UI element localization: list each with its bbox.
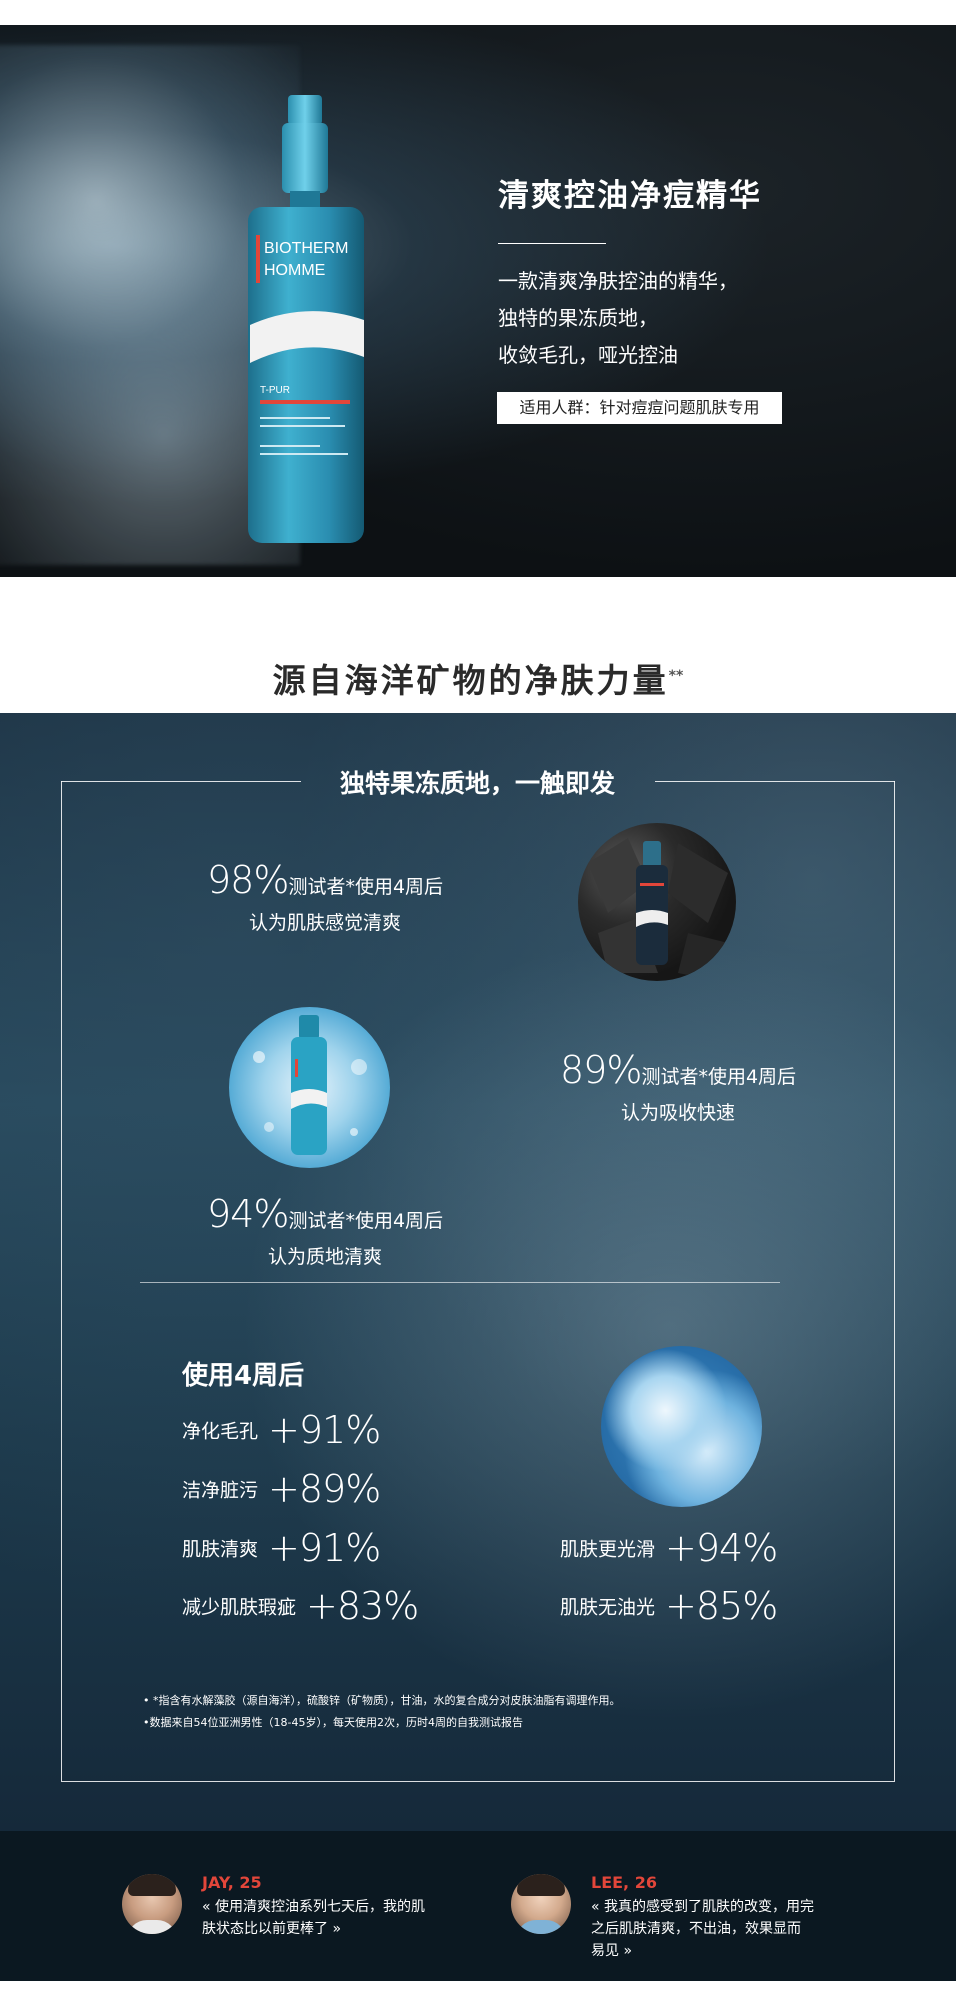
benefit-label: 肌肤清爽 xyxy=(182,1538,259,1561)
testimonial-line: 肤状态比以前更棒了 » xyxy=(202,1921,342,1937)
testimonial-line: « 我真的感受到了肌肤的改变，用完 xyxy=(591,1899,815,1915)
avatar-hair xyxy=(517,1874,565,1896)
avatar-hair xyxy=(128,1874,176,1896)
target-audience-badge: 适用人群：针对痘痘问题肌肤专用 xyxy=(497,392,782,424)
benefit-row: 肌肤更光滑 +94% xyxy=(560,1526,778,1570)
benefit-row: 减少肌肤瑕疵 +83% xyxy=(182,1584,419,1628)
benefit-row: 肌肤清爽 +91% xyxy=(182,1526,381,1570)
stat-line2: 认为吸收快速 xyxy=(620,1102,735,1124)
after-4-weeks-title: 使用4周后 xyxy=(182,1361,305,1391)
stat-percent: 89% xyxy=(559,1048,642,1092)
benefit-label: 洁净脏污 xyxy=(182,1479,259,1502)
footnote: • *指含有水解藻胶（源自海洋），硫酸锌（矿物质），甘油，水的复合成分对皮肤油脂… xyxy=(143,1694,621,1707)
frame-top-right-line xyxy=(655,781,895,782)
stat-line1: 测试者*使用4周后 xyxy=(641,1066,797,1088)
stat-line1: 测试者*使用4周后 xyxy=(288,876,444,898)
stat-line1: 测试者*使用4周后 xyxy=(288,1210,444,1232)
benefit-label: 净化毛孔 xyxy=(182,1420,259,1443)
hero-banner: BIOTHERM HOMME T-PUR 清爽控油净痘精华 一款清爽净肤控油的精… xyxy=(0,25,956,577)
benefit-label: 肌肤无油光 xyxy=(560,1596,656,1619)
cloud-image xyxy=(601,1346,762,1507)
hero-desc-line: 一款清爽净肤控油的精华， xyxy=(498,269,738,293)
benefit-row: 肌肤无油光 +85% xyxy=(560,1584,778,1628)
brand-line2: HOMME xyxy=(264,262,325,279)
testimonial-text: « 使用清爽控油系列七天后，我的肌 肤状态比以前更棒了 » xyxy=(202,1896,425,1940)
brand-line1: BIOTHERM xyxy=(264,240,348,257)
stat-light-texture: 94%测试者*使用4周后 认为质地清爽 xyxy=(195,1192,455,1269)
stat-percent: 94% xyxy=(206,1192,289,1236)
stat-fast-absorb: 89%测试者*使用4周后 认为吸收快速 xyxy=(548,1048,808,1125)
avatar-jay xyxy=(122,1874,182,1934)
frame-top-left-line xyxy=(61,781,301,782)
stat-refreshing-feel: 98%测试者*使用4周后 认为肌肤感觉清爽 xyxy=(195,858,455,935)
benefit-label: 减少肌肤瑕疵 xyxy=(182,1596,297,1619)
benefit-value: +89% xyxy=(268,1467,381,1511)
section-title-mark: ** xyxy=(668,668,684,684)
benefit-value: +91% xyxy=(268,1408,381,1452)
testimonial-line: 易见 » xyxy=(591,1943,633,1959)
coal-bottle-icon xyxy=(588,838,728,981)
stat-line2: 认为肌肤感觉清爽 xyxy=(248,912,401,934)
benefit-value: +85% xyxy=(665,1584,778,1628)
benefit-row: 净化毛孔 +91% xyxy=(182,1408,381,1452)
benefit-value: +83% xyxy=(306,1584,419,1628)
footnote: •数据来自54位亚洲男性（18-45岁），每天使用2次，历时4周的自我测试报告 xyxy=(143,1716,523,1729)
hero-title: 清爽控油净痘精华 xyxy=(498,178,762,214)
testimonial-line: 之后肌肤清爽，不出油，效果显而 xyxy=(591,1921,801,1937)
hero-desc-line: 独特的果冻质地， xyxy=(498,306,658,330)
footnotes: • *指含有水解藻胶（源自海洋），硫酸锌（矿物质），甘油，水的复合成分对皮肤油脂… xyxy=(143,1690,620,1734)
benefit-label: 肌肤更光滑 xyxy=(560,1538,656,1561)
avatar-shirt xyxy=(127,1920,177,1934)
section-divider xyxy=(140,1282,780,1283)
frame-heading: 独特果冻质地，一触即发 xyxy=(339,769,615,798)
benefit-row: 洁净脏污 +89% xyxy=(182,1467,381,1511)
product-bottle-image: BIOTHERM HOMME T-PUR xyxy=(248,95,364,543)
testimonial-name: LEE, 26 xyxy=(591,1873,657,1892)
bubble-image xyxy=(229,1007,390,1168)
testimonial-line: « 使用清爽控油系列七天后，我的肌 xyxy=(202,1899,426,1915)
hero-description: 一款清爽净肤控油的精华， 独特的果冻质地， 收敛毛孔，哑光控油 xyxy=(498,263,738,374)
stat-percent: 98% xyxy=(206,858,289,902)
benefit-value: +91% xyxy=(268,1526,381,1570)
testimonial-name: JAY, 25 xyxy=(202,1873,262,1892)
benefit-value: +94% xyxy=(665,1526,778,1570)
avatar-lee xyxy=(511,1874,571,1934)
section-title: 源自海洋矿物的净肤力量** xyxy=(0,654,956,702)
avatar-shirt xyxy=(516,1920,566,1934)
bubble-bottle-icon xyxy=(253,1015,367,1155)
testimonials-bar: JAY, 25 « 使用清爽控油系列七天后，我的肌 肤状态比以前更棒了 » LE… xyxy=(0,1831,956,1981)
hero-desc-line: 收敛毛孔，哑光控油 xyxy=(498,343,678,367)
stat-line2: 认为质地清爽 xyxy=(267,1246,382,1268)
hero-divider xyxy=(498,243,606,244)
testimonial-text: « 我真的感受到了肌肤的改变，用完 之后肌肤清爽，不出油，效果显而 易见 » xyxy=(591,1896,814,1962)
product-sub: T-PUR xyxy=(260,385,290,396)
section-title-text: 源自海洋矿物的净肤力量 xyxy=(272,661,669,700)
coal-image xyxy=(578,823,736,981)
